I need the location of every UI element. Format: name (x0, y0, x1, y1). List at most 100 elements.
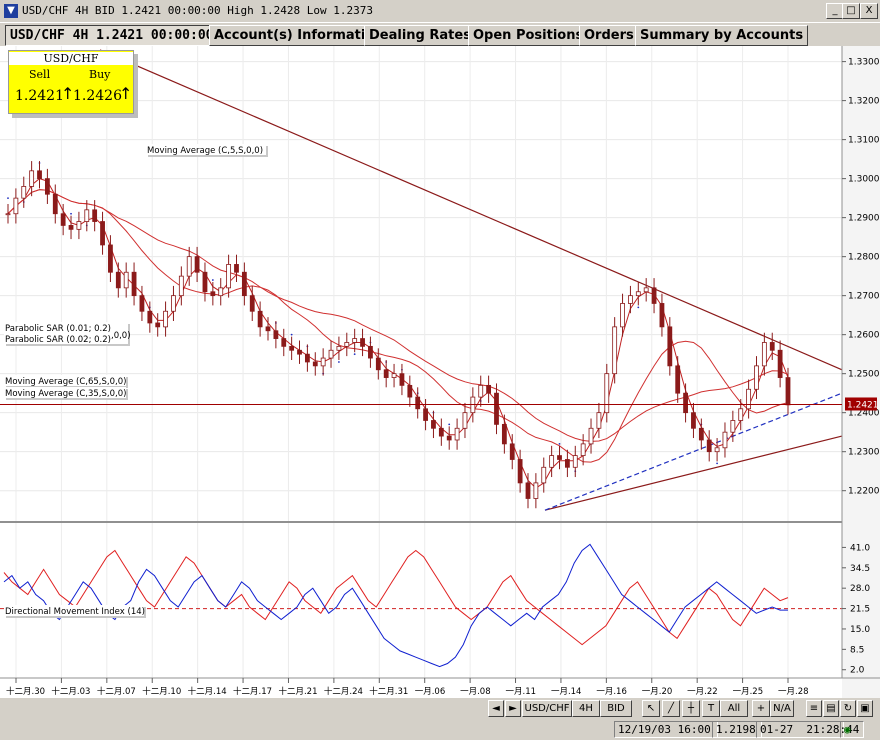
candle-body (37, 170, 42, 180)
candle-body (438, 427, 444, 437)
candle-body (186, 256, 192, 277)
candle-body (667, 326, 673, 367)
na-button[interactable]: N/A (770, 700, 794, 717)
sell-label: Sell (29, 68, 51, 81)
dmi-axis-label: 8.5 (850, 645, 864, 655)
candle-body (501, 423, 507, 445)
candle-body (13, 197, 19, 215)
candle-body (108, 244, 113, 273)
candle-body (635, 291, 641, 297)
candle-body (29, 170, 35, 187)
scroll-left-button[interactable]: ◄ (488, 700, 504, 717)
candle-body (52, 193, 58, 215)
crosshair-icon[interactable]: ┼ (682, 700, 700, 717)
candle-body (147, 310, 153, 324)
price-axis-label: 1.2300 (848, 448, 880, 458)
zoom-all-button[interactable]: All (720, 700, 748, 717)
candle-body (533, 482, 539, 499)
candle-body (320, 357, 326, 367)
candle-body (171, 295, 176, 312)
cursor-price: 1.2198 (712, 721, 762, 738)
refresh-icon[interactable]: ↻ (840, 700, 856, 717)
connection-status-icon: ◉ (840, 721, 864, 738)
time-axis-label: 一月.08 (460, 687, 491, 697)
candle-body (509, 443, 515, 460)
dmi-axis-label: 41.0 (850, 543, 870, 553)
current-price-label: 1.2421 (847, 400, 879, 410)
candle-body (336, 345, 342, 351)
buy-price[interactable]: 1.2426 (73, 88, 122, 104)
time-axis-label: 一月.25 (733, 687, 764, 697)
status-bar: 12/19/03 16:00 1.2198 01-27 21:28:44 ◉ (0, 719, 880, 740)
candle-body (391, 373, 397, 378)
candle-body (683, 392, 688, 414)
candle-body (249, 295, 255, 312)
candle-body (360, 338, 365, 347)
time-axis-label: 十二月.31 (369, 686, 408, 697)
candle-body (100, 221, 105, 246)
tab-open-positions[interactable]: Open Positions (468, 25, 589, 46)
quote-panel: USD/CHF Sell Buy 1.2421 ↑ 1.2426 ↑ (8, 50, 134, 114)
tab-chart[interactable]: USD/CHF 4H 1.2421 00:00:00 (5, 25, 219, 46)
tab-orders[interactable]: Orders (579, 25, 639, 46)
tab-bar: USD/CHF 4H 1.2421 00:00:00 Account(s) In… (0, 23, 880, 46)
candle-body (241, 271, 247, 297)
cursor-tool-icon[interactable]: ↖ (642, 700, 660, 717)
candle-body (407, 384, 413, 398)
tab-dealing-rates[interactable]: Dealing Rates (364, 25, 476, 46)
candle-body (698, 427, 704, 441)
candle-body (777, 349, 783, 378)
time-axis-label: 一月.22 (687, 687, 718, 697)
time-axis-label: 一月.28 (778, 687, 809, 697)
candle-body (659, 303, 665, 328)
dmi-axis-label: 28.0 (850, 584, 870, 594)
candle-body (178, 275, 184, 297)
price-chart[interactable]: 1.3300 1.3200 1.3100 1.3000 1.2900 1.2800 1.27… (0, 46, 880, 698)
candle-body (706, 439, 712, 453)
tab-account-information[interactable]: Account(s) Information (209, 25, 389, 46)
candle-body (769, 342, 775, 351)
candle-body (478, 384, 484, 398)
tab-summary-by-accounts[interactable]: Summary by Accounts (635, 25, 809, 46)
symbol-select[interactable]: USD/CHF (522, 700, 572, 717)
candle-body (423, 408, 428, 421)
candle-body (714, 447, 720, 453)
properties-icon[interactable]: ▤ (823, 700, 839, 717)
settings-icon[interactable]: ≡ (806, 700, 822, 717)
close-button[interactable]: X (860, 3, 878, 19)
sar-point (70, 212, 72, 215)
scroll-right-button[interactable]: ► (505, 700, 521, 717)
ma-65-label: Moving Average (C,65,S,0,0) (5, 377, 126, 387)
ma-5-label: Moving Average (C,5,S,0,0) (147, 146, 263, 156)
maximize-button[interactable]: □ (842, 3, 860, 19)
sar-point (558, 442, 561, 445)
zoom-in-icon[interactable]: + (752, 700, 770, 717)
candle-body (92, 209, 98, 222)
candle-body (273, 330, 279, 339)
price-type-select[interactable]: BID (600, 700, 632, 717)
timeframe-select[interactable]: 4H (572, 700, 600, 717)
dmi-label: Directional Movement Index (14) (5, 607, 145, 617)
candle-body (738, 408, 744, 421)
buy-label: Buy (89, 68, 111, 81)
dmi-axis-label: 2.0 (850, 666, 865, 676)
time-axis-label: 十二月.24 (324, 686, 363, 697)
candle-body (415, 396, 421, 410)
sar-1-label: Parabolic SAR (0.01; 0.2) (5, 324, 111, 334)
sar-point (7, 197, 9, 200)
candle-body (281, 338, 287, 347)
sar-label-tail: ,0,0) (111, 331, 131, 341)
text-tool-icon[interactable]: T (702, 700, 720, 717)
candle-body (549, 455, 555, 468)
lock-icon[interactable]: ▣ (857, 700, 873, 717)
draw-line-icon[interactable]: ╱ (662, 700, 680, 717)
candle-body (226, 264, 232, 289)
chart-navbar: ◄ ► USD/CHF 4H BID ↖ ╱ ┼ T All + N/A ≡ ▤… (0, 698, 880, 718)
candle-body (115, 271, 121, 289)
time-axis-label: 十二月.10 (142, 686, 181, 697)
chart-area[interactable]: 1.3300 1.3200 1.3100 1.3000 1.2900 1.2800 1.27… (0, 46, 880, 698)
price-axis-label: 1.3200 (848, 97, 880, 107)
sell-price[interactable]: 1.2421 (15, 88, 64, 104)
candle-body (131, 271, 137, 297)
app-icon: ▼ (4, 4, 18, 18)
